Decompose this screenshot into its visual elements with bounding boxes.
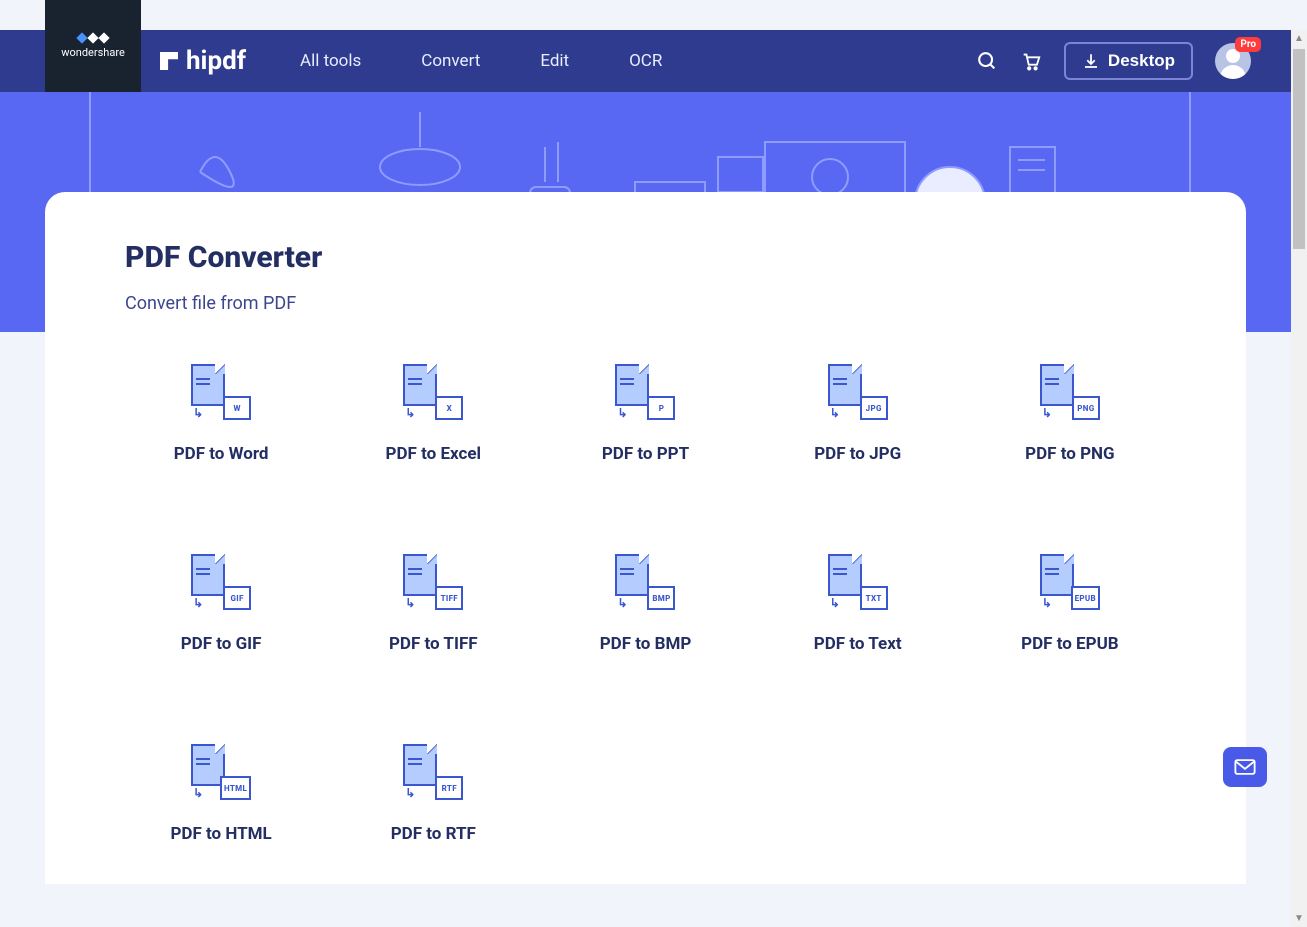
tool-pdf-to-tiff[interactable]: TIFF PDF to TIFF <box>337 554 529 654</box>
tool-pdf-to-gif[interactable]: GIF PDF to GIF <box>125 554 317 654</box>
tool-pdf-to-ppt[interactable]: P PDF to PPT <box>549 364 741 464</box>
download-icon <box>1082 52 1100 70</box>
main-menu: All tools Convert Edit OCR <box>300 30 662 92</box>
scroll-thumb[interactable] <box>1293 49 1305 249</box>
file-convert-icon: PNG <box>1040 364 1100 420</box>
tool-label: PDF to GIF <box>181 634 262 654</box>
file-convert-icon: HTML <box>191 744 251 800</box>
file-convert-icon: JPG <box>828 364 888 420</box>
file-convert-icon: X <box>403 364 463 420</box>
hipdf-mark-icon <box>160 52 178 70</box>
cart-icon[interactable] <box>1020 50 1042 72</box>
tool-label: PDF to Excel <box>386 444 482 464</box>
tool-label: PDF to Word <box>174 444 269 464</box>
nav-all-tools[interactable]: All tools <box>300 51 361 71</box>
tool-pdf-to-text[interactable]: TXT PDF to Text <box>762 554 954 654</box>
file-convert-icon: TIFF <box>403 554 463 610</box>
nav-convert[interactable]: Convert <box>421 51 480 71</box>
desktop-label: Desktop <box>1108 51 1175 71</box>
scroll-up-icon[interactable]: ▲ <box>1294 33 1304 44</box>
wondershare-badge[interactable]: wondershare <box>45 0 141 92</box>
tool-grid: W PDF to Word X PDF to Excel P PDF to PPT JPG P… <box>125 364 1166 844</box>
tool-label: PDF to EPUB <box>1021 634 1119 654</box>
tool-pdf-to-excel[interactable]: X PDF to Excel <box>337 364 529 464</box>
pro-badge: Pro <box>1235 37 1261 52</box>
top-gap <box>0 0 1291 30</box>
tool-pdf-to-word[interactable]: W PDF to Word <box>125 364 317 464</box>
page-subtitle: Convert file from PDF <box>125 293 1166 314</box>
nav-edit[interactable]: Edit <box>540 51 569 71</box>
nav-ocr[interactable]: OCR <box>629 51 662 71</box>
nav-right: Desktop Pro <box>976 30 1251 92</box>
scroll-down-icon[interactable]: ▼ <box>1294 913 1304 924</box>
file-convert-icon: GIF <box>191 554 251 610</box>
brand-logo[interactable]: hipdf <box>160 30 246 92</box>
scrollbar[interactable]: ▲ ▼ <box>1291 30 1307 927</box>
tool-pdf-to-png[interactable]: PNG PDF to PNG <box>974 364 1166 464</box>
file-convert-icon: BMP <box>615 554 675 610</box>
tool-pdf-to-epub[interactable]: EPUB PDF to EPUB <box>974 554 1166 654</box>
contact-button[interactable] <box>1223 747 1267 787</box>
page-title: PDF Converter <box>125 240 1166 275</box>
tool-label: PDF to RTF <box>391 824 476 844</box>
search-icon[interactable] <box>976 50 998 72</box>
file-convert-icon: RTF <box>403 744 463 800</box>
tool-label: PDF to JPG <box>814 444 901 464</box>
tool-pdf-to-rtf[interactable]: RTF PDF to RTF <box>337 744 529 844</box>
file-convert-icon: P <box>615 364 675 420</box>
file-convert-icon: EPUB <box>1040 554 1100 610</box>
tool-label: PDF to PPT <box>602 444 689 464</box>
content-card: PDF Converter Convert file from PDF W PDF… <box>45 192 1246 884</box>
tool-label: PDF to TIFF <box>389 634 478 654</box>
tool-label: PDF to Text <box>814 634 902 654</box>
wondershare-label: wondershare <box>61 46 125 59</box>
brand-text: hipdf <box>186 46 246 76</box>
file-convert-icon: W <box>191 364 251 420</box>
tool-pdf-to-html[interactable]: HTML PDF to HTML <box>125 744 317 844</box>
tool-label: PDF to BMP <box>600 634 692 654</box>
wondershare-icon <box>78 34 108 42</box>
tool-label: PDF to PNG <box>1025 444 1114 464</box>
user-menu[interactable]: Pro <box>1215 43 1251 79</box>
file-convert-icon: TXT <box>828 554 888 610</box>
tool-pdf-to-jpg[interactable]: JPG PDF to JPG <box>762 364 954 464</box>
top-nav: wondershare hipdf All tools Convert Edit… <box>0 30 1291 92</box>
tool-label: PDF to HTML <box>170 824 271 844</box>
mail-icon <box>1234 758 1256 776</box>
desktop-button[interactable]: Desktop <box>1064 42 1193 80</box>
tool-pdf-to-bmp[interactable]: BMP PDF to BMP <box>549 554 741 654</box>
